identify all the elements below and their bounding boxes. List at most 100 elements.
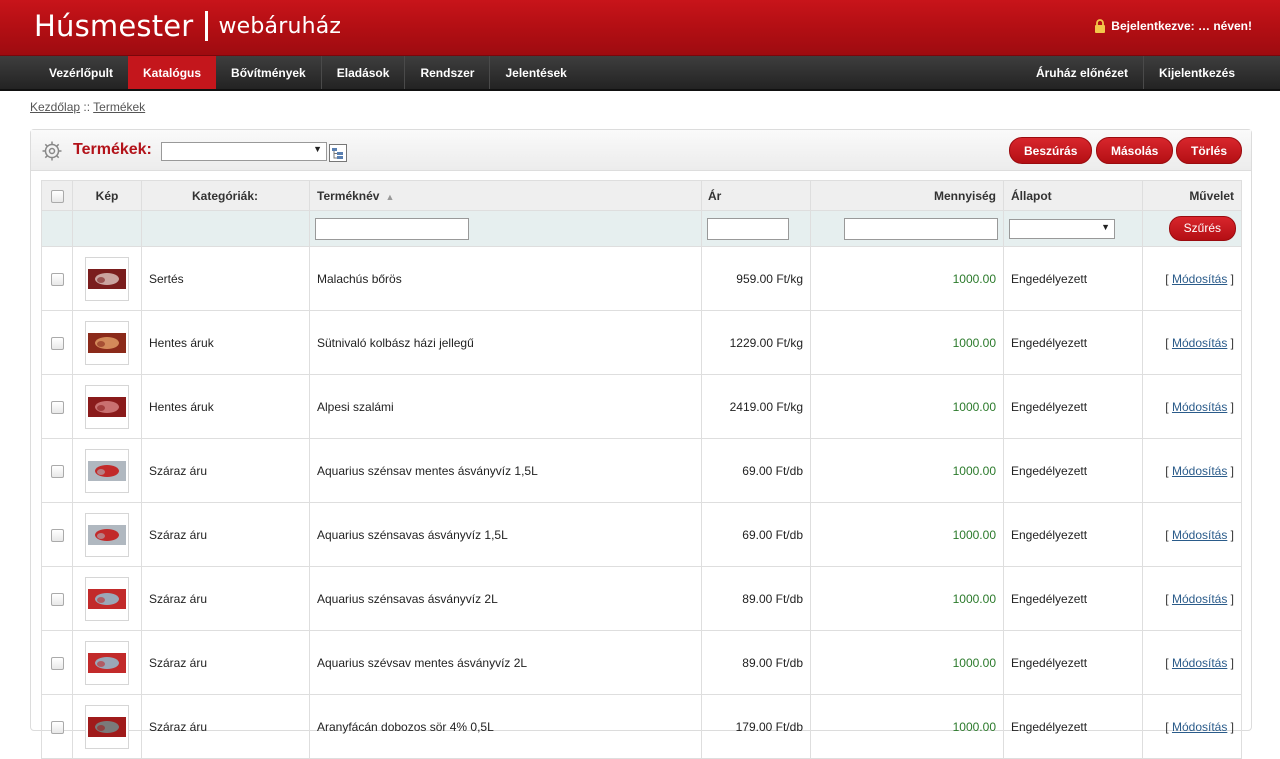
row-image-cell bbox=[72, 246, 142, 311]
row-checkbox[interactable] bbox=[50, 272, 64, 286]
filter-name-input[interactable] bbox=[315, 217, 469, 240]
filter-cell bbox=[810, 210, 1004, 247]
row-action: [ Módosítás ] bbox=[1142, 438, 1242, 503]
nav-item-reports[interactable]: Jelentések bbox=[489, 56, 581, 89]
edit-link[interactable]: Módosítás bbox=[1172, 528, 1227, 542]
row-price: 1229.00 Ft/kg bbox=[701, 310, 811, 375]
product-image bbox=[88, 652, 126, 673]
edit-link[interactable]: Módosítás bbox=[1172, 336, 1227, 350]
insert-button[interactable]: Beszúrás bbox=[1009, 137, 1093, 164]
category-tree-icon[interactable] bbox=[329, 144, 347, 162]
table-row: Száraz áru Aquarius szévsav mentes ásvány… bbox=[41, 630, 1242, 695]
product-thumbnail[interactable] bbox=[85, 512, 129, 557]
row-checkbox[interactable] bbox=[50, 400, 64, 414]
product-image bbox=[88, 396, 126, 417]
row-product-name: Aquarius szévsav mentes ásványvíz 2L bbox=[309, 630, 702, 695]
product-thumbnail[interactable] bbox=[85, 384, 129, 429]
table-row: Száraz áru Aquarius szénsavas ásványvíz 2… bbox=[41, 566, 1242, 631]
row-status: Engedélyezett bbox=[1003, 310, 1143, 375]
row-checkbox[interactable] bbox=[50, 720, 64, 734]
row-quantity: 1000.00 bbox=[810, 374, 1004, 439]
product-thumbnail[interactable] bbox=[85, 448, 129, 493]
nav-item-logout[interactable]: Kijelentkezés bbox=[1142, 56, 1250, 89]
row-action: [ Módosítás ] bbox=[1142, 374, 1242, 439]
panel-title: Termékek: bbox=[73, 141, 152, 158]
edit-link[interactable]: Módosítás bbox=[1172, 720, 1227, 734]
row-checkbox[interactable] bbox=[50, 592, 64, 606]
nav-item-catalog[interactable]: Katalógus bbox=[128, 56, 217, 89]
delete-button[interactable]: Törlés bbox=[1176, 137, 1243, 164]
row-status: Engedélyezett bbox=[1003, 694, 1143, 759]
brand-logo[interactable]: Húsmester webáruház bbox=[34, 9, 341, 43]
filter-cell bbox=[701, 210, 811, 247]
row-action: [ Módosítás ] bbox=[1142, 310, 1242, 375]
brand-sub: webáruház bbox=[218, 13, 342, 39]
edit-link[interactable]: Módosítás bbox=[1172, 272, 1227, 286]
main-nav: Vezérlőpult Katalógus Bővítmények Eladás… bbox=[0, 56, 1280, 91]
nav-item-store-preview[interactable]: Áruház előnézet bbox=[1021, 56, 1143, 89]
product-thumbnail[interactable] bbox=[85, 704, 129, 749]
row-price: 89.00 Ft/db bbox=[701, 566, 811, 631]
row-action: [ Módosítás ] bbox=[1142, 502, 1242, 567]
breadcrumb-current[interactable]: Termékek bbox=[93, 100, 145, 114]
product-thumbnail[interactable] bbox=[85, 320, 129, 365]
filter-status-select[interactable]: ▼ bbox=[1009, 218, 1115, 239]
category-select[interactable]: ▼ bbox=[161, 142, 327, 161]
product-thumbnail[interactable] bbox=[85, 640, 129, 685]
filter-price-input[interactable] bbox=[707, 217, 789, 240]
row-checkbox[interactable] bbox=[50, 656, 64, 670]
row-quantity: 1000.00 bbox=[810, 438, 1004, 503]
row-category: Száraz áru bbox=[141, 502, 310, 567]
nav-item-extensions[interactable]: Bővítmények bbox=[216, 56, 321, 89]
select-all-checkbox[interactable] bbox=[50, 189, 64, 203]
product-image bbox=[88, 460, 126, 481]
row-select-cell bbox=[41, 566, 73, 631]
column-header-quantity[interactable]: Mennyiség bbox=[810, 180, 1004, 211]
column-header-image: Kép bbox=[72, 180, 142, 211]
product-image bbox=[88, 588, 126, 609]
filter-quantity-input[interactable] bbox=[844, 217, 998, 240]
row-category: Hentes áruk bbox=[141, 374, 310, 439]
row-action: [ Módosítás ] bbox=[1142, 630, 1242, 695]
row-select-cell bbox=[41, 246, 73, 311]
products-panel: Termékek: ▼ Beszúrás Másolás Törlés Kép … bbox=[30, 129, 1252, 759]
panel-header: Termékek: ▼ Beszúrás Másolás Törlés bbox=[31, 130, 1251, 171]
row-category: Száraz áru bbox=[141, 438, 310, 503]
column-header-name[interactable]: Terméknév ▲ bbox=[309, 180, 702, 211]
product-image bbox=[88, 524, 126, 545]
row-select-cell bbox=[41, 374, 73, 439]
nav-item-system[interactable]: Rendszer bbox=[404, 56, 489, 89]
row-checkbox[interactable] bbox=[50, 464, 64, 478]
row-checkbox[interactable] bbox=[50, 528, 64, 542]
filter-cell: Szűrés bbox=[1142, 210, 1242, 247]
edit-link[interactable]: Módosítás bbox=[1172, 464, 1227, 478]
column-header-status[interactable]: Állapot bbox=[1003, 180, 1143, 211]
product-thumbnail[interactable] bbox=[85, 256, 129, 301]
product-thumbnail[interactable] bbox=[85, 576, 129, 621]
nav-item-sales[interactable]: Eladások bbox=[320, 56, 405, 89]
row-status: Engedélyezett bbox=[1003, 502, 1143, 567]
edit-link[interactable]: Módosítás bbox=[1172, 400, 1227, 414]
breadcrumb-home[interactable]: Kezdőlap bbox=[30, 100, 80, 114]
row-product-name: Aquarius szénsavas ásványvíz 2L bbox=[309, 566, 702, 631]
row-price: 89.00 Ft/db bbox=[701, 630, 811, 695]
row-select-cell bbox=[41, 502, 73, 567]
nav-item-dashboard[interactable]: Vezérlőpult bbox=[34, 56, 128, 89]
chevron-down-icon: ▼ bbox=[313, 144, 322, 154]
filter-button[interactable]: Szűrés bbox=[1168, 216, 1236, 241]
edit-link[interactable]: Módosítás bbox=[1172, 656, 1227, 670]
row-quantity: 1000.00 bbox=[810, 310, 1004, 375]
breadcrumb-separator: :: bbox=[80, 100, 94, 114]
edit-link[interactable]: Módosítás bbox=[1172, 592, 1227, 606]
column-header-action: Művelet bbox=[1142, 180, 1242, 211]
header: Húsmester webáruház Bejelentkezve: … név… bbox=[0, 0, 1280, 56]
row-category: Hentes áruk bbox=[141, 310, 310, 375]
products-table: Kép Kategóriák: Terméknév ▲ Ár Mennyiség … bbox=[41, 180, 1242, 759]
filter-cell bbox=[309, 210, 702, 247]
column-header-category: Kategóriák: bbox=[141, 180, 310, 211]
row-checkbox[interactable] bbox=[50, 336, 64, 350]
table-row: Hentes áruk Alpesi szalámi 2419.00 Ft/kg 10… bbox=[41, 374, 1242, 439]
copy-button[interactable]: Másolás bbox=[1096, 137, 1174, 164]
row-image-cell bbox=[72, 438, 142, 503]
column-header-price[interactable]: Ár bbox=[701, 180, 811, 211]
